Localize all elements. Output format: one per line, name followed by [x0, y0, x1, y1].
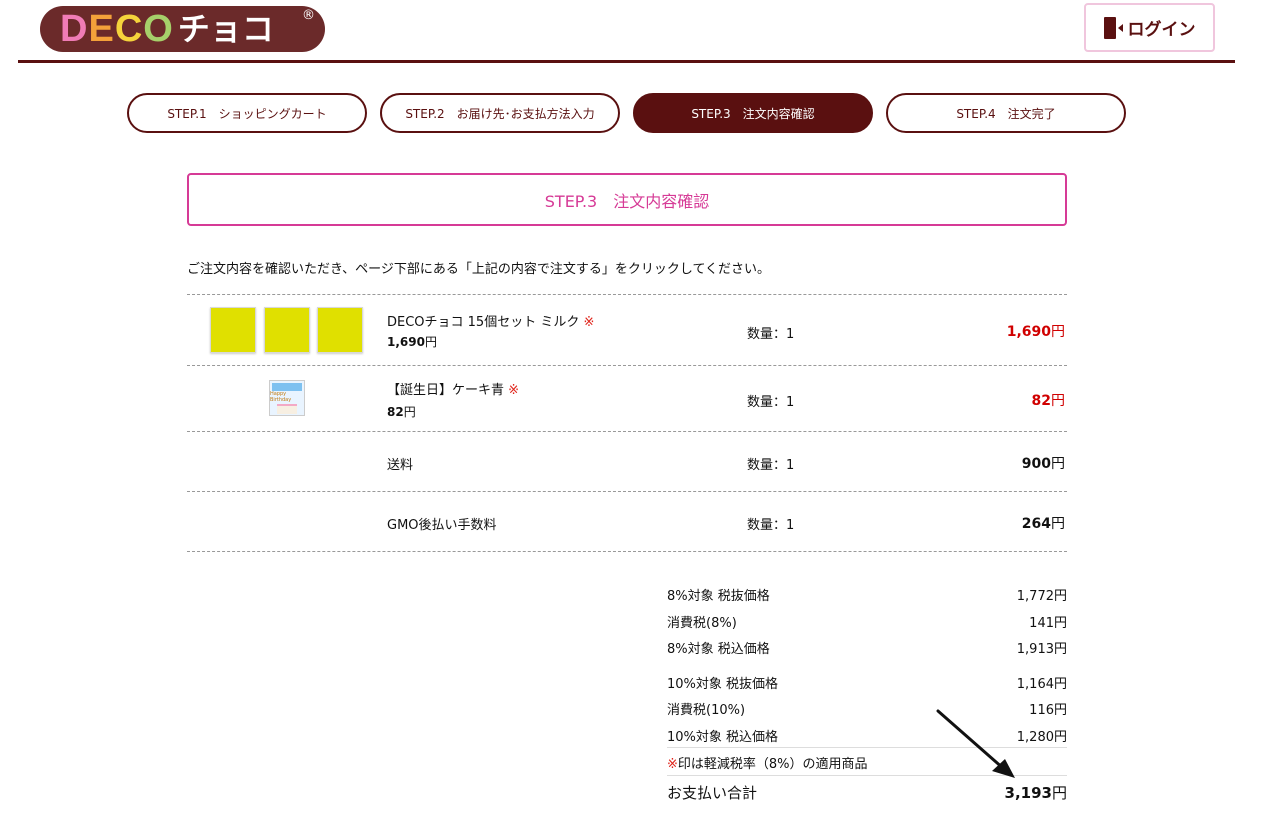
total-row: お支払い合計 3,193円: [667, 782, 1067, 803]
thumb-banner: [272, 382, 302, 391]
price-yen: 円: [1051, 393, 1065, 409]
summary-value: 1,913円: [1016, 642, 1067, 657]
item-quantity: 数量：1: [747, 395, 795, 410]
item-name-text: 【誕生日】ケーキ青: [387, 383, 505, 398]
item-name-text: DECOチョコ 15個セット ミルク: [387, 315, 580, 330]
summary-row: 消費税(8%) 141円: [667, 612, 1067, 631]
summary-row: 8%対象 税抜価格 1,772円: [667, 585, 1067, 604]
reduced-tax-mark: ※: [667, 757, 678, 772]
summary-label: 10%対象 税抜価格: [667, 677, 779, 692]
logo-letter-c: C: [114, 8, 144, 50]
login-door-icon: [1103, 16, 1123, 39]
price-yen: 円: [1051, 456, 1065, 472]
logo-letter-d: D: [60, 8, 89, 50]
total-yen: 円: [1051, 784, 1067, 802]
product-thumbnail[interactable]: [264, 307, 310, 353]
item-price: 264円: [1022, 513, 1065, 533]
reduced-tax-mark: ※: [508, 383, 520, 398]
item-quantity: 数量：1: [747, 518, 795, 533]
step-2: STEP.2 お届け先･お支払方法入力: [380, 93, 620, 133]
thumb-text: Happy Birthday: [270, 390, 292, 403]
reduced-tax-note: ※印は軽減税率（8%）の適用商品: [667, 753, 868, 772]
unit-price-yen: 円: [424, 335, 437, 349]
login-label: ログイン: [1127, 20, 1196, 40]
unit-price-number: 1,690: [387, 335, 425, 349]
logo-registered-mark: ®: [302, 8, 315, 23]
logo-letter-e: E: [88, 8, 115, 50]
header-divider: [18, 60, 1235, 63]
page-title: STEP.3 注文内容確認: [187, 173, 1067, 226]
items-end-divider: [187, 551, 1067, 552]
price-number: 82: [1031, 393, 1051, 409]
summary-label: 10%対象 税込価格: [667, 730, 779, 745]
reduced-tax-mark: ※: [583, 315, 595, 330]
summary-row: 8%対象 税込価格 1,913円: [667, 638, 1067, 657]
summary-value: 1,164円: [1016, 677, 1067, 692]
total-label: お支払い合計: [667, 784, 758, 802]
order-row-2: 【誕生日】ケーキ青 ※ 82円 数量：1 82円: [187, 365, 1067, 431]
logo-suffix: チョコ: [177, 10, 274, 48]
item-quantity: 数量：1: [747, 458, 795, 473]
item-name: 送料: [387, 458, 414, 473]
summary-label: 消費税(8%): [667, 616, 737, 631]
summary-value: 1,772円: [1016, 589, 1067, 604]
price-yen: 円: [1051, 516, 1065, 532]
total-number: 3,193: [1004, 784, 1052, 802]
total-amount: 3,193円: [1005, 782, 1067, 803]
product-thumbnail[interactable]: [317, 307, 363, 353]
summary-value: 116円: [1029, 703, 1067, 718]
step-4: STEP.4 注文完了: [886, 93, 1126, 133]
item-price: 900円: [1022, 453, 1065, 473]
order-row-shipping: 送料 数量：1 900円: [187, 431, 1067, 491]
product-thumbnail[interactable]: Happy Birthday: [269, 380, 305, 416]
summary-label: 消費税(10%): [667, 703, 746, 718]
note-text: 印は軽減税率（8%）の適用商品: [677, 757, 868, 772]
item-name: DECOチョコ 15個セット ミルク ※: [387, 311, 594, 330]
step-1: STEP.1 ショッピングカート: [127, 93, 367, 133]
unit-price-yen: 円: [403, 405, 416, 419]
logo-deco-text: DECO: [60, 6, 174, 52]
summary-value: 141円: [1029, 616, 1067, 631]
logo-letter-o: O: [143, 8, 174, 50]
intro-text: ご注文内容を確認いただき、ページ下部にある「上記の内容で注文する」をクリックして…: [187, 262, 771, 277]
product-thumbnail[interactable]: [210, 307, 256, 353]
step-3-current: STEP.3 注文内容確認: [633, 93, 873, 133]
order-row-fee: GMO後払い手数料 数量：1 264円: [187, 491, 1067, 551]
site-logo[interactable]: DECO チョコ ®: [40, 6, 325, 52]
item-quantity: 数量：1: [747, 327, 795, 342]
summary-label: 8%対象 税込価格: [667, 642, 770, 657]
item-name: 【誕生日】ケーキ青 ※: [387, 379, 519, 398]
price-number: 264: [1021, 516, 1051, 532]
cake-icon: [277, 403, 297, 414]
unit-price-number: 82: [387, 405, 404, 419]
arrow-pointer-icon: [936, 709, 1015, 778]
item-unit-price: 1,690円: [387, 333, 437, 350]
price-number: 900: [1021, 456, 1051, 472]
summary-row: 10%対象 税抜価格 1,164円: [667, 673, 1067, 692]
item-name: GMO後払い手数料: [387, 518, 497, 533]
item-price: 1,690円: [1007, 321, 1065, 341]
price-yen: 円: [1051, 324, 1065, 340]
price-number: 1,690: [1006, 324, 1051, 340]
item-unit-price: 82円: [387, 403, 416, 420]
item-price: 82円: [1032, 390, 1065, 410]
summary-label: 8%対象 税抜価格: [667, 589, 770, 604]
login-button[interactable]: ログイン: [1084, 3, 1215, 52]
